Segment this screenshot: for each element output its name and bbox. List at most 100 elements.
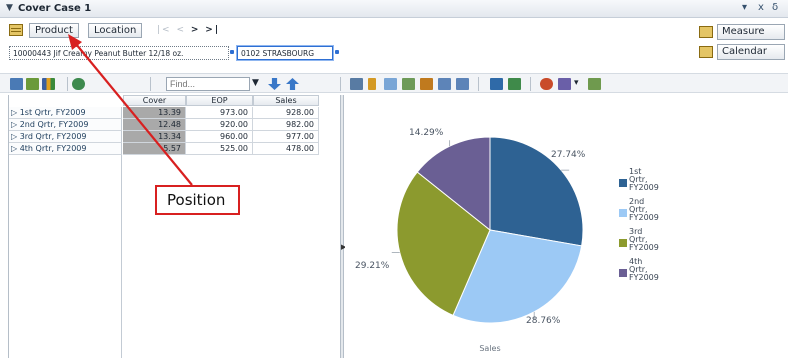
toolbar-separator	[478, 77, 479, 91]
find-input[interactable]	[166, 77, 250, 91]
next-page-icon[interactable]: >	[191, 25, 201, 35]
location-tile[interactable]: Location	[88, 23, 143, 38]
grid-icon	[699, 26, 713, 38]
eop-cell[interactable]: 960.00	[186, 131, 253, 143]
table-row[interactable]: ▷ 2nd Qrtr, FY2009 12.48 920.00 982.00	[9, 119, 319, 131]
dimension-value-row: 10000443 Jif Creamy Peanut Butter 12/18 …	[0, 45, 700, 62]
cover-cell[interactable]: 12.48	[123, 119, 186, 131]
legend-swatch	[619, 209, 627, 217]
chart-type-icon[interactable]	[540, 78, 553, 90]
data-grid: Cover EOP Sales ▷ 1st Qrtr, FY2009 13.39…	[8, 95, 338, 358]
value-separator-icon	[230, 50, 234, 54]
chart-xlabel: Sales	[479, 344, 500, 353]
eop-cell[interactable]: 973.00	[186, 107, 253, 119]
legend-swatch	[619, 239, 627, 247]
legend-item-q2[interactable]: 2nd Qrtr, FY2009	[617, 198, 697, 228]
window-title: Cover Case 1	[18, 3, 92, 14]
sales-cell[interactable]: 977.00	[253, 131, 319, 143]
find-previous-icon[interactable]	[286, 78, 299, 90]
column-header-sales[interactable]: Sales	[253, 95, 319, 106]
row-header[interactable]: ▷ 1st Qrtr, FY2009	[9, 107, 122, 119]
legend-label: 3rd Qrtr, FY2009	[629, 227, 659, 252]
toolbar-separator	[67, 77, 68, 91]
product-tile[interactable]: Product	[29, 23, 79, 38]
export-icon[interactable]	[402, 78, 415, 90]
row-header[interactable]: ▷ 4th Qrtr, FY2009	[9, 143, 122, 155]
grid-icon[interactable]	[9, 24, 23, 36]
product-value[interactable]: 10000443 Jif Creamy Peanut Butter 12/18 …	[9, 46, 229, 60]
split-icon[interactable]	[438, 78, 451, 90]
row-header-area	[9, 155, 122, 358]
table-view-icon[interactable]	[10, 78, 23, 90]
close-icon[interactable]: δ	[772, 2, 778, 13]
table-row[interactable]: ▷ 4th Qrtr, FY2009 5.57 525.00 478.00	[9, 143, 319, 155]
legend-item-q1[interactable]: 1st Qrtr, FY2009	[617, 168, 697, 198]
pivot-icon[interactable]	[384, 78, 397, 90]
refresh-icon[interactable]	[490, 78, 503, 90]
toolbar-separator	[340, 77, 341, 91]
sales-cell[interactable]: 982.00	[253, 119, 319, 131]
row-header[interactable]: ▷ 3rd Qrtr, FY2009	[9, 131, 122, 143]
measure-label[interactable]: Measure	[717, 24, 785, 40]
pie-chart[interactable]: 27.74% 28.76% 29.21% 14.29% Sales	[345, 95, 788, 358]
previous-page-icon[interactable]: <	[176, 25, 186, 35]
eop-cell[interactable]: 525.00	[186, 143, 253, 155]
first-page-icon[interactable]: |<	[157, 25, 172, 35]
toolbar-separator	[530, 77, 531, 91]
find-next-icon[interactable]	[268, 78, 281, 90]
page-navigation: |< < > >|	[157, 25, 220, 35]
calendar-label[interactable]: Calendar	[717, 44, 785, 60]
chart-options-icon[interactable]	[558, 78, 571, 90]
pie-data-label-1: 27.74%	[551, 150, 586, 160]
column-header-eop[interactable]: EOP	[186, 95, 253, 106]
pane-splitter[interactable]: ▶	[340, 95, 346, 358]
measure-tile[interactable]: Measure	[697, 23, 788, 41]
legend-item-q3[interactable]: 3rd Qrtr, FY2009	[617, 228, 697, 258]
location-value[interactable]: 0102 STRASBOURG	[236, 45, 334, 61]
sales-cell[interactable]: 478.00	[253, 143, 319, 155]
row-header[interactable]: ▷ 2nd Qrtr, FY2009	[9, 119, 122, 131]
cover-cell[interactable]: 13.34	[123, 131, 186, 143]
legend-swatch	[619, 179, 627, 187]
calendar-tile[interactable]: Calendar	[697, 43, 788, 61]
pie-data-label-2: 28.76%	[526, 316, 561, 326]
cover-cell[interactable]: 13.39	[123, 107, 186, 119]
merge-icon[interactable]	[456, 78, 469, 90]
eop-cell[interactable]: 920.00	[186, 119, 253, 131]
legend-item-q4[interactable]: 4th Qrtr, FY2009	[617, 258, 697, 288]
sales-cell[interactable]: 928.00	[253, 107, 319, 119]
chart-legend: 1st Qrtr, FY2009 2nd Qrtr, FY2009 3rd Qrtr, FY…	[617, 168, 697, 288]
toolbar-separator	[150, 77, 151, 91]
find-dropdown-icon[interactable]: ▼	[252, 78, 265, 90]
legend-label: 1st Qrtr, FY2009	[629, 167, 659, 192]
table-row[interactable]: ▷ 1st Qrtr, FY2009 13.39 973.00 928.00	[9, 107, 319, 119]
table-row[interactable]: ▷ 3rd Qrtr, FY2009 13.34 960.00 977.00	[9, 131, 319, 143]
table-chart-view-icon[interactable]	[26, 78, 39, 90]
filter-icon[interactable]	[368, 78, 376, 90]
legend-swatch	[619, 269, 627, 277]
position-callout: Position	[155, 185, 240, 215]
lock-icon[interactable]	[420, 78, 433, 90]
chart-dropdown-icon[interactable]: ▾	[574, 78, 587, 90]
minimize-icon[interactable]: x	[758, 2, 764, 13]
legend-label: 2nd Qrtr, FY2009	[629, 197, 659, 222]
chart-area: 27.74% 28.76% 29.21% 14.29% Sales	[345, 95, 788, 358]
value-separator-icon	[335, 50, 339, 54]
pie-data-label-3: 29.21%	[355, 261, 390, 271]
dropdown-icon[interactable]: ▾	[742, 2, 747, 13]
pie-data-label-4: 14.29%	[409, 128, 444, 138]
globe-icon[interactable]	[72, 78, 85, 90]
toolbar: ▼ ▾	[0, 73, 788, 93]
chart-axis-icon[interactable]	[588, 78, 601, 90]
sort-icon[interactable]	[350, 78, 363, 90]
cover-cell[interactable]: 5.57	[123, 143, 186, 155]
chart-view-icon[interactable]	[42, 78, 55, 90]
measure-calendar-panel: Measure Calendar	[697, 19, 788, 71]
dimension-tile-row: Product Location |< < > >|	[0, 19, 700, 45]
window-titlebar: ▼ Cover Case 1 ▾ x δ	[0, 0, 788, 18]
collapse-toggle[interactable]: ▼	[6, 3, 13, 13]
grid-icon	[699, 46, 713, 58]
calculate-icon[interactable]	[508, 78, 521, 90]
last-page-icon[interactable]: >|	[205, 25, 220, 35]
column-header-cover[interactable]: Cover	[123, 95, 186, 106]
